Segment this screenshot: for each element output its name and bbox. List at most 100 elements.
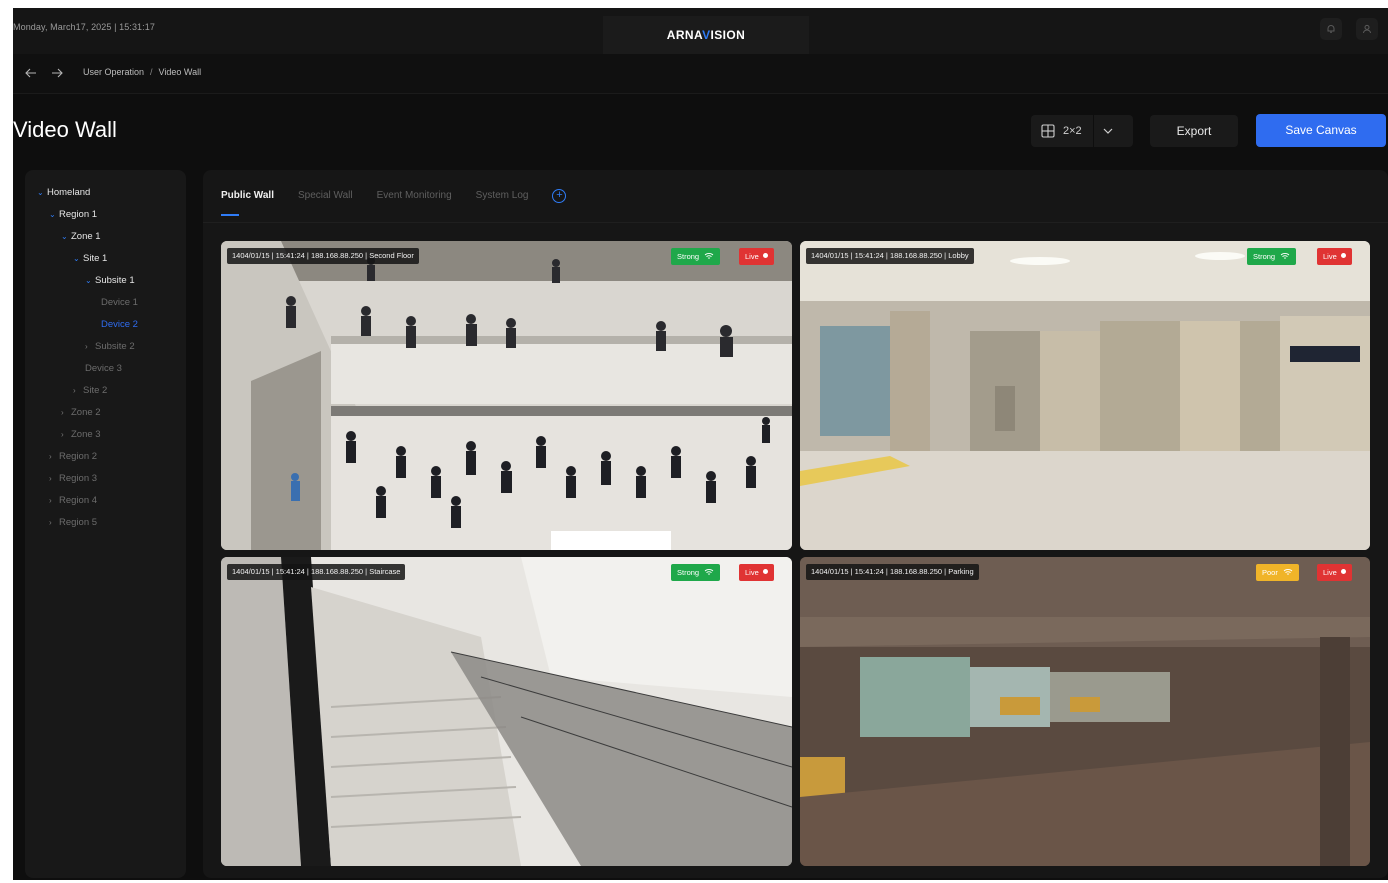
app-window: Monday, March17, 2025 | 15:31:17 ARNAVIS… <box>13 8 1388 880</box>
chevron-right-icon[interactable]: › <box>49 468 59 490</box>
camera-feed-staircase <box>221 557 792 866</box>
chevron-right-icon[interactable]: › <box>49 446 59 468</box>
wifi-icon <box>704 569 714 575</box>
chevron-down-icon[interactable]: ⌄ <box>49 204 59 226</box>
camera-info-overlay: 1404/01/15 | 15:41:24 | 188.168.88.250 |… <box>806 248 974 264</box>
back-button[interactable] <box>25 66 37 81</box>
brand-logo: ARNAVISION <box>603 16 809 54</box>
breadcrumb: User Operation / Video Wall <box>83 67 201 77</box>
tree-item[interactable]: ⌄ Site 1 <box>25 248 186 270</box>
chevron-down-icon[interactable]: ⌄ <box>61 226 71 248</box>
camera-feed-parking <box>800 557 1370 866</box>
signal-badge: Strong <box>1247 248 1297 265</box>
signal-badge: Poor <box>1256 564 1299 581</box>
tree-item[interactable]: › Zone 2 <box>25 402 186 424</box>
tree-item[interactable]: Device 1 <box>25 292 186 314</box>
tree-item[interactable]: ⌄ Homeland <box>25 182 186 204</box>
tree-item-label: Site 2 <box>83 385 108 396</box>
tree-item-label: Region 3 <box>59 473 98 484</box>
camera-info-overlay: 1404/01/15 | 15:41:24 | 188.168.88.250 |… <box>806 564 979 580</box>
tree-item-label: Device 1 <box>101 297 138 308</box>
tree-item[interactable]: ⌄ Subsite 1 <box>25 270 186 292</box>
tabs-divider <box>203 222 1388 223</box>
camera-tile-lobby[interactable]: 1404/01/15 | 15:41:24 | 188.168.88.250 |… <box>800 241 1370 550</box>
camera-tile-parking[interactable]: 1404/01/15 | 15:41:24 | 188.168.88.250 |… <box>800 557 1370 866</box>
date-time: Monday, March17, 2025 | 15:31:17 <box>13 22 155 32</box>
brand-text-accent: V <box>702 28 711 42</box>
live-badge: Live <box>739 564 774 581</box>
live-label: Live <box>1323 252 1337 261</box>
tree-item-label: Region 1 <box>59 209 98 220</box>
add-tab-icon[interactable]: + <box>552 189 567 203</box>
breadcrumb-item-user-operation[interactable]: User Operation <box>83 67 144 77</box>
tree-item[interactable]: › Region 5 <box>25 512 186 534</box>
tree-item[interactable]: › Region 4 <box>25 490 186 512</box>
tree-item-label: Zone 3 <box>71 429 101 440</box>
tree-item-label: Subsite 2 <box>95 341 135 352</box>
tree-item[interactable]: Device 2 <box>25 314 186 336</box>
user-button[interactable] <box>1356 18 1378 40</box>
user-icon <box>1363 24 1371 34</box>
layout-selector[interactable]: 2×2 <box>1031 115 1133 147</box>
arrow-right-icon <box>52 68 63 78</box>
notifications-button[interactable] <box>1320 18 1342 40</box>
export-button[interactable]: Export <box>1150 115 1238 147</box>
tree-item[interactable]: › Region 3 <box>25 468 186 490</box>
tab-event-monitoring[interactable]: Event Monitoring <box>377 190 452 220</box>
chevron-down-icon <box>1103 128 1113 134</box>
tab-special-wall[interactable]: Special Wall <box>298 190 353 220</box>
signal-label: Strong <box>677 252 700 261</box>
live-dot-icon <box>1340 569 1346 574</box>
device-tree: ⌄ Homeland ⌄ Region 1 ⌄ Zone 1 ⌄ Site 1 ⌄ Subsite… <box>25 170 186 878</box>
bell-icon <box>1327 25 1335 33</box>
tree-item[interactable]: ⌄ Region 1 <box>25 204 186 226</box>
tree-item-label: Zone 2 <box>71 407 101 418</box>
tree-item[interactable]: › Region 2 <box>25 446 186 468</box>
chevron-right-icon[interactable]: › <box>73 380 83 402</box>
tree-item-label: Region 4 <box>59 495 98 506</box>
live-badge: Live <box>1317 248 1352 265</box>
save-canvas-button[interactable]: Save Canvas <box>1256 114 1386 147</box>
tab-system-log[interactable]: System Log <box>476 190 529 220</box>
tree-item[interactable]: › Subsite 2 <box>25 336 186 358</box>
tree-item-label: Homeland <box>47 187 91 198</box>
tree-item[interactable]: › Zone 3 <box>25 424 186 446</box>
chevron-right-icon[interactable]: › <box>49 512 59 534</box>
brand-text-suffix: ISION <box>710 28 746 42</box>
tree-item-label: Device 2 <box>101 319 138 330</box>
tree-item[interactable]: › Site 2 <box>25 380 186 402</box>
tab-public-wall[interactable]: Public Wall <box>221 190 274 220</box>
tree-item-label: Site 1 <box>83 253 108 264</box>
chevron-right-icon[interactable]: › <box>61 402 71 424</box>
arrow-left-icon <box>25 68 36 78</box>
wifi-icon <box>1280 253 1290 259</box>
wall-tabs: Public Wall Special Wall Event Monitoring S… <box>221 189 567 220</box>
chevron-down-icon[interactable]: ⌄ <box>73 248 83 270</box>
chevron-right-icon[interactable]: › <box>85 336 95 358</box>
camera-feed-lobby <box>800 241 1370 550</box>
breadcrumb-bar: User Operation / Video Wall <box>13 54 1388 94</box>
camera-info-overlay: 1404/01/15 | 15:41:24 | 188.168.88.250 |… <box>227 248 419 264</box>
signal-badge: Strong <box>671 248 721 265</box>
chevron-down-icon[interactable]: ⌄ <box>85 270 95 292</box>
camera-tile-second-floor[interactable]: 1404/01/15 | 15:41:24 | 188.168.88.250 |… <box>221 241 792 550</box>
layout-divider <box>1092 115 1094 147</box>
signal-label: Strong <box>677 568 700 577</box>
chevron-down-icon[interactable]: ⌄ <box>37 182 47 204</box>
chevron-right-icon[interactable]: › <box>61 424 71 446</box>
signal-label: Poor <box>1262 568 1278 577</box>
breadcrumb-item-video-wall: Video Wall <box>158 67 202 77</box>
chevron-right-icon[interactable]: › <box>49 490 59 512</box>
live-label: Live <box>745 568 759 577</box>
tree-item[interactable]: Device 3 <box>25 358 186 380</box>
layout-value: 2×2 <box>1063 125 1082 137</box>
tree-item-label: Region 2 <box>59 451 98 462</box>
live-badge: Live <box>1317 564 1352 581</box>
tree-item[interactable]: ⌄ Zone 1 <box>25 226 186 248</box>
live-label: Live <box>745 252 759 261</box>
camera-tile-staircase[interactable]: 1404/01/15 | 15:41:24 | 188.168.88.250 |… <box>221 557 792 866</box>
forward-button[interactable] <box>51 66 63 81</box>
tree-item-label: Zone 1 <box>71 231 101 242</box>
live-dot-icon <box>762 569 768 574</box>
live-dot-icon <box>762 253 768 258</box>
